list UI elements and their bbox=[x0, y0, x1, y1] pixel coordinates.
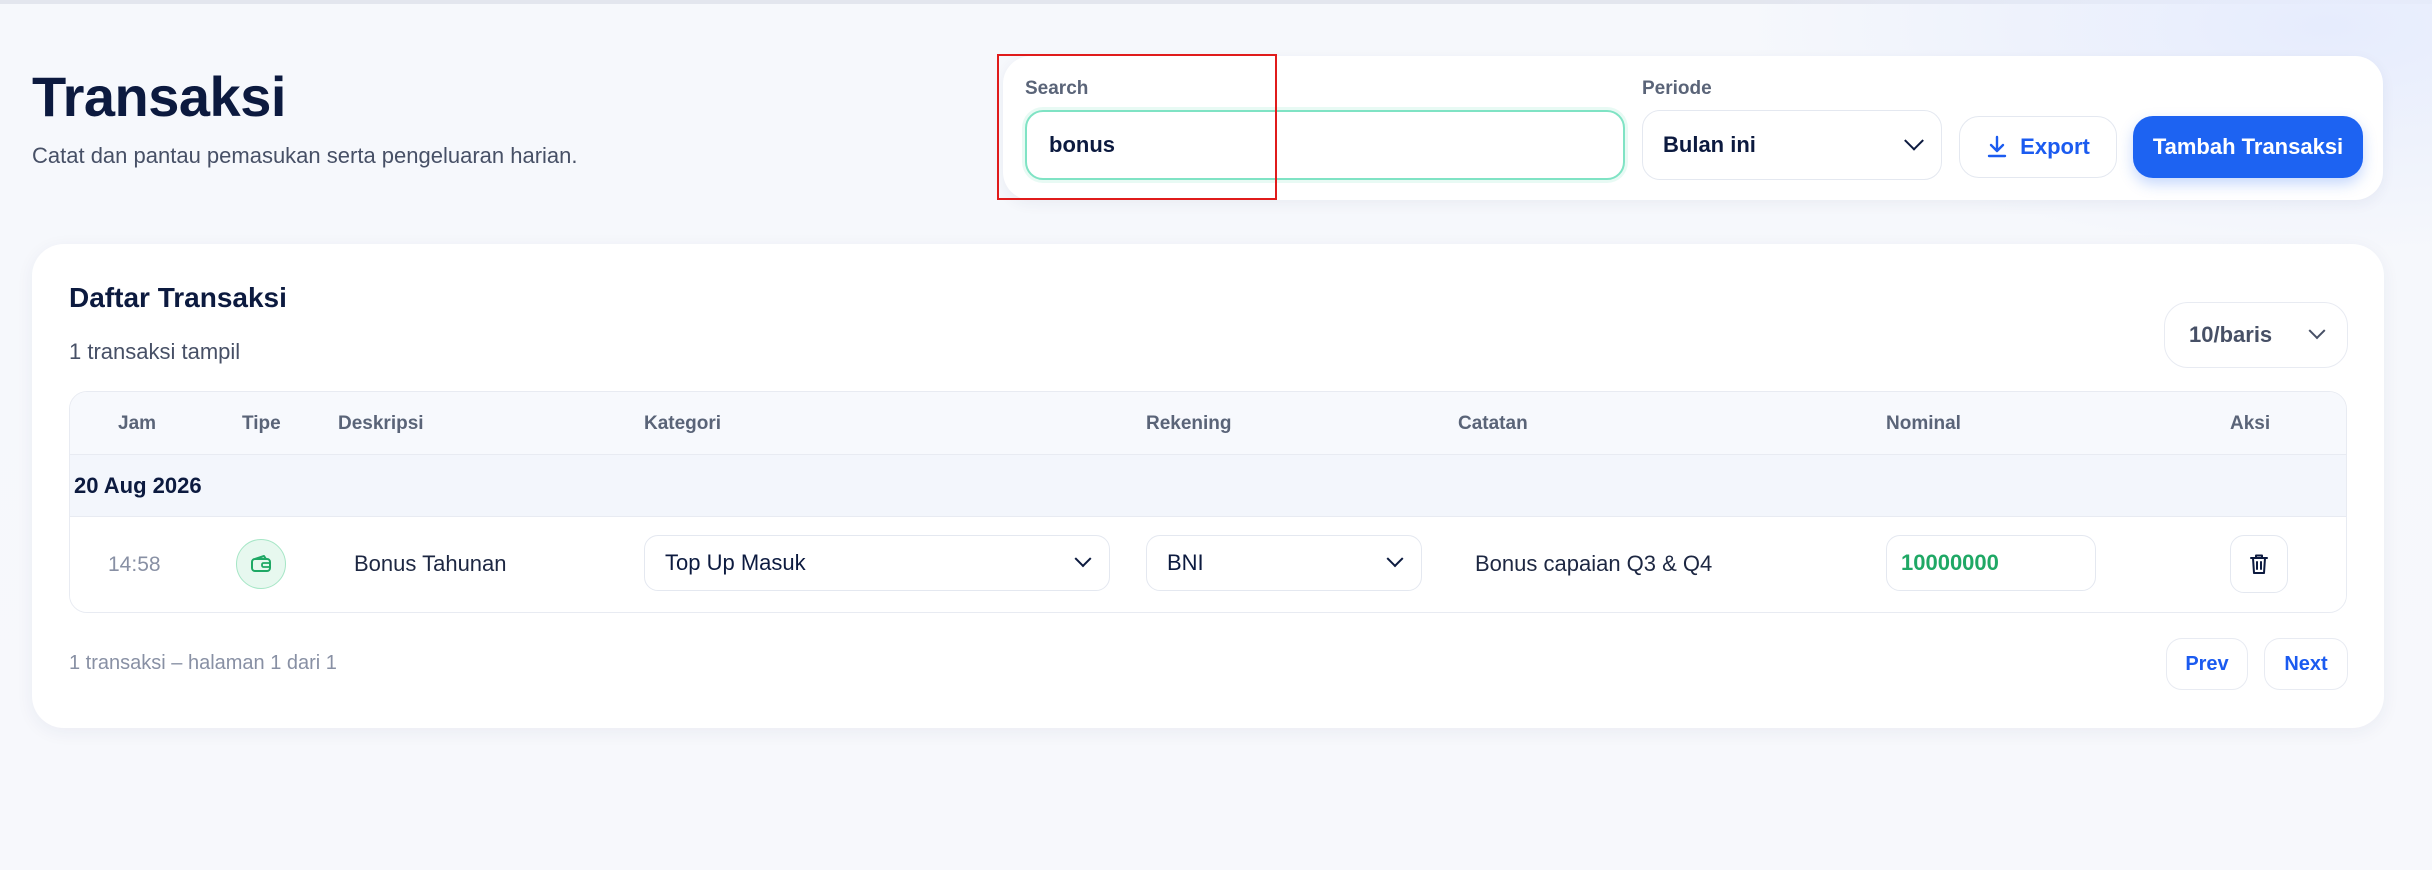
row-description: Bonus Tahunan bbox=[354, 551, 507, 576]
date-group-row: 20 Aug 2026 bbox=[70, 455, 2346, 517]
column-header-type: Tipe bbox=[242, 413, 281, 434]
trash-icon bbox=[2250, 554, 2268, 574]
next-page-button[interactable]: Next bbox=[2264, 638, 2348, 690]
period-label: Periode bbox=[1642, 78, 1712, 99]
column-header-amount: Nominal bbox=[1886, 413, 1961, 434]
page-subtitle: Catat dan pantau pemasukan serta pengelu… bbox=[32, 143, 578, 168]
column-header-time: Jam bbox=[118, 413, 157, 434]
highlight-box bbox=[997, 54, 1277, 200]
row-note: Bonus capaian Q3 & Q4 bbox=[1475, 551, 1713, 576]
transaction-table: Jam Tipe Deskripsi Kategori Rekening Cat… bbox=[69, 391, 2347, 613]
transaction-list-card: Daftar Transaksi 1 transaksi tampil 10/b… bbox=[32, 244, 2384, 728]
rows-per-page-value: 10/baris bbox=[2189, 322, 2273, 347]
list-count: 1 transaksi tampil bbox=[69, 339, 241, 364]
add-transaction-button[interactable]: Tambah Transaksi bbox=[2133, 116, 2363, 178]
table-header: Jam Tipe Deskripsi Kategori Rekening Cat… bbox=[70, 392, 2346, 455]
chevron-down-icon bbox=[1074, 550, 1092, 568]
export-button[interactable]: Export bbox=[1959, 116, 2117, 178]
row-category-select[interactable]: Top Up Masuk bbox=[644, 535, 1110, 591]
column-header-account: Rekening bbox=[1146, 413, 1232, 434]
period-select[interactable]: Bulan ini bbox=[1642, 110, 1942, 180]
chevron-down-icon bbox=[2308, 322, 2326, 340]
download-icon bbox=[1987, 135, 2007, 158]
delete-button[interactable] bbox=[2230, 535, 2288, 593]
row-category-value: Top Up Masuk bbox=[665, 550, 806, 575]
chevron-down-icon bbox=[1386, 550, 1404, 568]
list-title: Daftar Transaksi bbox=[69, 282, 287, 313]
column-header-category: Kategori bbox=[644, 413, 722, 434]
pagination-info: 1 transaksi – halaman 1 dari 1 bbox=[69, 652, 337, 674]
row-time: 14:58 bbox=[108, 553, 161, 576]
row-amount-input[interactable] bbox=[1886, 535, 2096, 591]
column-header-action: Aksi bbox=[2230, 413, 2271, 434]
date-group-label: 20 Aug 2026 bbox=[74, 473, 202, 498]
page-title: Transaksi bbox=[32, 65, 286, 128]
prev-page-button[interactable]: Prev bbox=[2166, 638, 2248, 690]
chevron-down-icon bbox=[1904, 130, 1924, 151]
rows-per-page-select[interactable]: 10/baris bbox=[2164, 302, 2348, 368]
export-button-label: Export bbox=[2020, 134, 2090, 159]
column-header-note: Catatan bbox=[1458, 413, 1528, 434]
wallet-icon bbox=[236, 539, 286, 589]
row-account-select[interactable]: BNI bbox=[1146, 535, 1422, 591]
table-row: 14:58 Bonus Tahunan Top Up Masuk BNI Bon… bbox=[70, 517, 2346, 612]
period-select-value: Bulan ini bbox=[1663, 132, 1756, 157]
row-account-value: BNI bbox=[1167, 550, 1204, 575]
column-header-description: Deskripsi bbox=[338, 413, 424, 434]
